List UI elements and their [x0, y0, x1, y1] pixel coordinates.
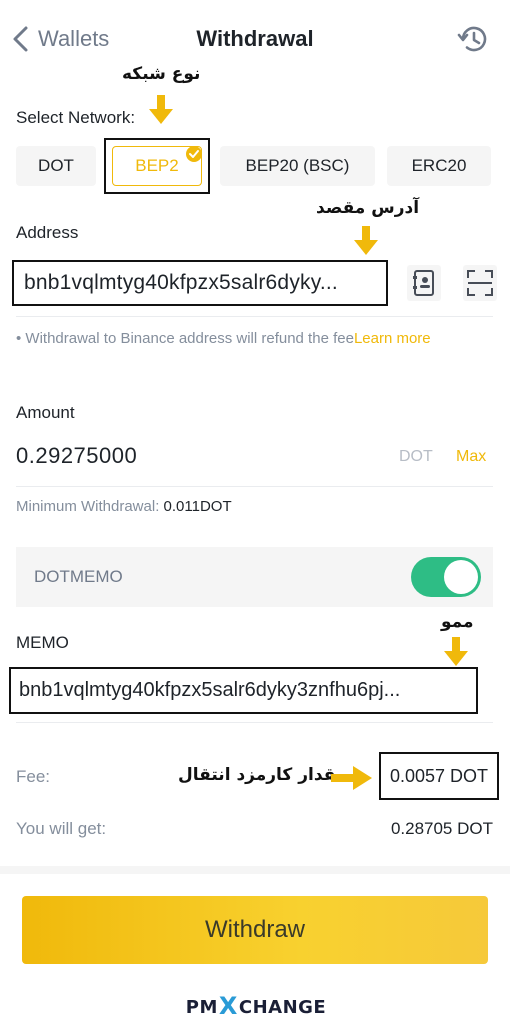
fee-annotation: مقدار کارمزد انتقال — [178, 765, 347, 785]
max-button[interactable]: Max — [456, 448, 486, 466]
network-option-erc20[interactable]: ERC20 — [387, 146, 491, 186]
memo-toggle-label: DOTMEMO — [34, 567, 123, 586]
annotation-arrow-right-icon — [331, 766, 372, 790]
learn-more-link[interactable]: Learn more — [354, 330, 431, 347]
address-annotation: آدرس مقصد — [316, 198, 420, 218]
section-separator — [0, 866, 510, 874]
minimum-withdrawal: Minimum Withdrawal: 0.011DOT — [16, 498, 232, 515]
you-will-get-label: You will get: — [16, 819, 107, 838]
annotation-arrow-down-icon — [354, 226, 378, 255]
amount-label: Amount — [16, 403, 75, 422]
network-option-bep20[interactable]: BEP20 (BSC) — [220, 146, 375, 186]
address-label: Address — [16, 223, 79, 242]
refund-note-text: • Withdrawal to Binance address will ref… — [16, 330, 354, 347]
memo-label: MEMO — [16, 633, 69, 652]
minimum-label: Minimum Withdrawal: — [16, 498, 164, 515]
network-annotation: نوع شبکه — [122, 64, 201, 84]
logo-text-pm: PM — [185, 997, 218, 1018]
memo-input[interactable]: bnb1vqlmtyg40kfpzx5salr6dyky3znfhu6pj... — [9, 667, 478, 714]
network-option-bep2[interactable]: BEP2 — [112, 146, 202, 186]
annotation-arrow-down-icon — [149, 95, 173, 124]
select-network-label: Select Network: — [16, 108, 136, 127]
chip-label: BEP2 — [135, 156, 179, 175]
you-will-get-value: 0.28705 DOT — [390, 819, 493, 838]
annotation-arrow-down-icon — [444, 637, 468, 666]
chip-label: BEP20 (BSC) — [245, 156, 350, 175]
amount-input[interactable]: 0.29275000 — [16, 443, 137, 469]
refund-note: • Withdrawal to Binance address will ref… — [16, 329, 486, 349]
address-book-icon[interactable] — [407, 265, 441, 301]
divider — [16, 486, 493, 487]
check-icon — [186, 146, 202, 162]
pmxchange-logo: PM X CHANGE — [186, 978, 326, 1018]
amount-unit: DOT — [399, 448, 433, 465]
minimum-value: 0.011DOT — [163, 498, 232, 515]
fee-value: 0.0057 DOT — [379, 752, 499, 800]
network-option-dot[interactable]: DOT — [16, 146, 96, 186]
memo-annotation: ممو — [441, 612, 474, 632]
withdraw-button[interactable]: Withdraw — [22, 896, 488, 964]
chip-label: ERC20 — [411, 156, 467, 175]
page-title: Withdrawal — [196, 26, 314, 51]
address-input[interactable]: bnb1vqlmtyg40kfpzx5salr6dyky... — [12, 260, 388, 306]
memo-toggle-switch[interactable] — [411, 557, 481, 597]
logo-text-change: CHANGE — [238, 997, 327, 1018]
scan-icon[interactable] — [463, 265, 497, 301]
divider — [16, 722, 493, 723]
history-icon[interactable] — [456, 22, 490, 56]
fee-label: Fee: — [16, 767, 51, 786]
toggle-knob — [444, 560, 478, 594]
divider — [16, 316, 493, 317]
chip-label: DOT — [38, 156, 74, 175]
logo-x: X — [218, 992, 238, 1020]
memo-toggle-row: DOTMEMO — [16, 547, 493, 607]
